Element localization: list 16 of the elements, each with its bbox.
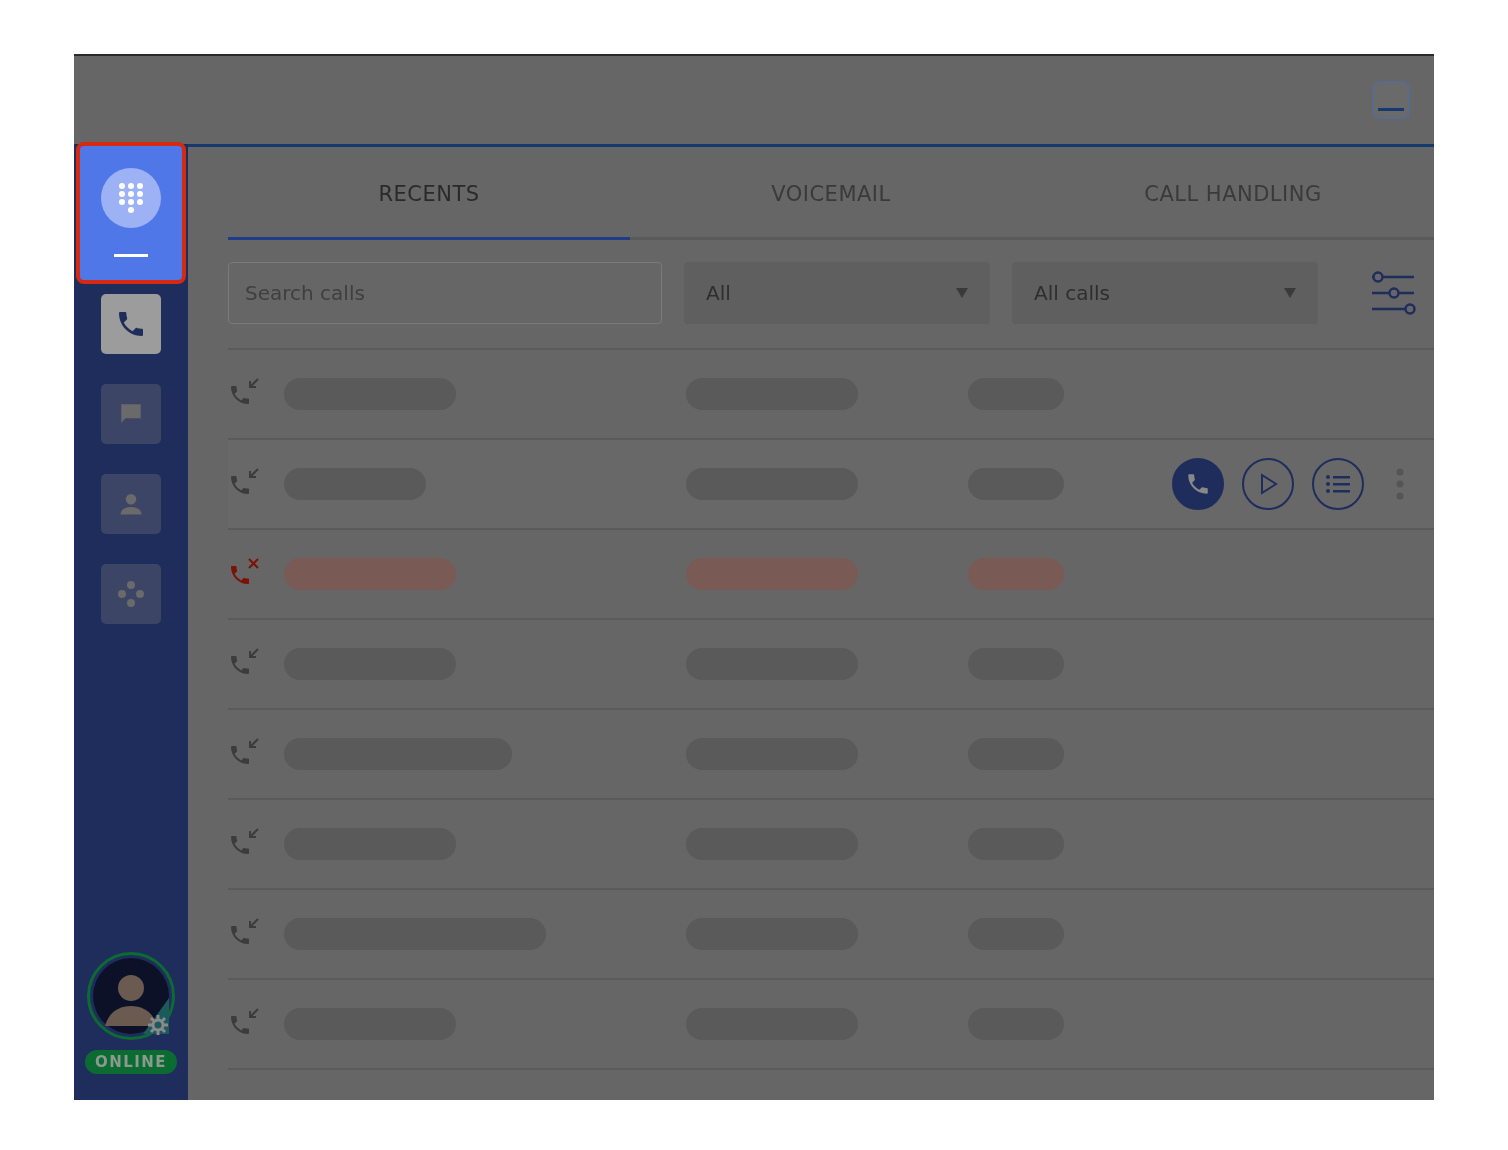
minimize-button[interactable]	[1372, 81, 1410, 119]
avatar[interactable]	[93, 958, 169, 1034]
settings-icon[interactable]	[146, 1013, 170, 1037]
status-badge: ONLINE	[84, 1050, 178, 1074]
dialpad-nav-button[interactable]	[76, 142, 186, 284]
caret-icon	[956, 288, 968, 298]
list-icon	[1325, 473, 1351, 495]
dialpad-icon	[118, 182, 144, 214]
dots-icon	[115, 578, 147, 610]
details-button[interactable]	[1312, 458, 1364, 510]
nav-button[interactable]	[101, 294, 161, 354]
phone-icon	[1185, 471, 1211, 497]
play-button[interactable]	[1242, 458, 1294, 510]
tab[interactable]: RECENTS	[228, 147, 630, 240]
caret-icon	[1284, 288, 1296, 298]
call-button[interactable]	[1172, 458, 1224, 510]
